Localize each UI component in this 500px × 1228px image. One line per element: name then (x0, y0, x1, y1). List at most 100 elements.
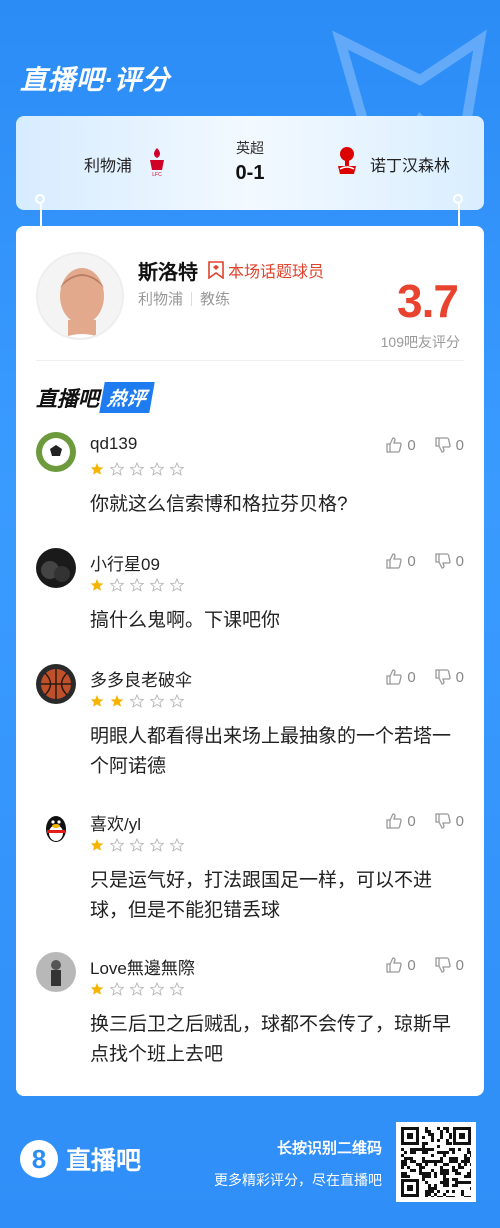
player-name: 斯洛特 (138, 262, 198, 284)
star-empty-icon (130, 838, 144, 852)
match-card: 利物浦 LFC 英超 0-1 诺丁汉森林 (16, 116, 484, 210)
player-role: 教练 (200, 291, 231, 308)
star-empty-icon (170, 982, 184, 996)
dislike-button[interactable]: 0 (434, 668, 464, 686)
dislike-count: 0 (455, 812, 464, 830)
star-empty-icon (170, 694, 184, 708)
like-button[interactable]: 0 (385, 812, 416, 830)
thumbs-down-icon (435, 669, 451, 685)
connector-ring-top-left (35, 194, 45, 204)
dislike-button[interactable]: 0 (434, 436, 464, 454)
user-avatar[interactable] (36, 548, 76, 588)
star-rating (90, 578, 184, 592)
thumbs-up-icon (386, 813, 402, 829)
hot-topic-label: 本场话题球员 (228, 264, 325, 281)
dislike-button[interactable]: 0 (434, 956, 464, 974)
vote-controls: 0 0 (385, 436, 464, 454)
hot-comments-header: 直播吧 热评 (36, 382, 155, 413)
vote-controls: 0 0 (385, 552, 464, 570)
player-meta: 利物浦 教练 (138, 288, 230, 309)
user-avatar[interactable] (36, 432, 76, 472)
section-title-hot: 热评 (99, 382, 155, 413)
comment-username[interactable]: 喜欢/yl (90, 810, 141, 835)
star-empty-icon (150, 462, 164, 476)
meta-separator (191, 291, 193, 306)
comment-username[interactable]: 多多良老破伞 (90, 666, 192, 691)
comment-username[interactable]: qd139 (90, 434, 137, 454)
logo-mark-icon: 8 (20, 1140, 58, 1178)
star-rating (90, 462, 184, 476)
rating-card: 斯洛特 本场话题球员 利物浦 教练 3.7 109吧友评分 直播吧 热评 qd1… (16, 226, 484, 1096)
vote-controls: 0 0 (385, 668, 464, 686)
star-empty-icon (130, 578, 144, 592)
like-button[interactable]: 0 (385, 436, 416, 454)
star-rating (90, 982, 184, 996)
star-filled-icon (90, 463, 104, 475)
star-empty-icon (130, 694, 144, 708)
connector-ring-top-right (453, 194, 463, 204)
star-rating (90, 694, 184, 708)
thumbs-down-icon (435, 437, 451, 453)
comment-text: 你就这么信索博和格拉芬贝格? (90, 494, 348, 515)
comment-text: 搞什么鬼啊。下课吧你 (90, 610, 281, 631)
thumbs-up-icon (386, 437, 402, 453)
player-avatar (36, 252, 124, 340)
comment-username[interactable]: Love無邊無際 (90, 954, 195, 979)
star-filled-icon (90, 839, 104, 851)
thumbs-up-icon (386, 957, 402, 973)
like-button[interactable]: 0 (385, 668, 416, 686)
like-count: 0 (407, 812, 416, 830)
star-empty-icon (170, 578, 184, 592)
comment-text: 换三后卫之后贼乱，球都不会传了，琼斯早点找个班上去吧 (90, 1014, 452, 1065)
user-avatar[interactable] (36, 952, 76, 992)
user-avatar[interactable] (36, 808, 76, 848)
star-filled-icon (110, 695, 124, 707)
dislike-count: 0 (455, 668, 464, 686)
star-filled-icon (90, 695, 104, 707)
star-empty-icon (170, 462, 184, 476)
star-empty-icon (110, 462, 124, 476)
footer-logo: 8 直播吧 (20, 1140, 141, 1178)
vote-controls: 0 0 (385, 812, 464, 830)
thumbs-down-icon (435, 957, 451, 973)
nottingham-forest-crest-icon (338, 147, 356, 174)
star-filled-icon (90, 983, 104, 995)
page-title: 直播吧·评分 (20, 65, 170, 95)
thumbs-down-icon (435, 813, 451, 829)
rating-count: 109吧友评分 (380, 334, 460, 350)
star-empty-icon (150, 694, 164, 708)
star-empty-icon (130, 462, 144, 476)
logo-text: 直播吧 (66, 1147, 142, 1175)
footer-scan-hint: 长按识别二维码 (276, 1140, 382, 1157)
user-avatar[interactable] (36, 664, 76, 704)
star-empty-icon (130, 982, 144, 996)
bookmark-flag-icon (208, 261, 224, 279)
vote-controls: 0 0 (385, 956, 464, 974)
star-empty-icon (110, 982, 124, 996)
footer-tagline: 更多精彩评分，尽在直播吧 (214, 1172, 382, 1188)
star-rating (90, 838, 184, 852)
dislike-count: 0 (455, 436, 464, 454)
like-count: 0 (407, 436, 416, 454)
comment-username[interactable]: 小行星09 (90, 550, 160, 575)
star-empty-icon (110, 578, 124, 592)
section-title-brand: 直播吧 (36, 387, 99, 411)
star-empty-icon (110, 838, 124, 852)
dislike-button[interactable]: 0 (434, 552, 464, 570)
star-empty-icon (150, 982, 164, 996)
divider (36, 360, 464, 361)
star-empty-icon (170, 838, 184, 852)
thumbs-up-icon (386, 553, 402, 569)
hot-topic-badge: 本场话题球员 (208, 258, 324, 282)
player-team: 利物浦 (138, 291, 184, 308)
comment-text: 只是运气好，打法跟国足一样，可以不进球，但是不能犯错丢球 (90, 870, 433, 921)
like-button[interactable]: 0 (385, 956, 416, 974)
dislike-button[interactable]: 0 (434, 812, 464, 830)
thumbs-up-icon (386, 669, 402, 685)
like-button[interactable]: 0 (385, 552, 416, 570)
qr-code-icon[interactable] (396, 1122, 476, 1202)
comment-text: 明眼人都看得出来场上最抽象的一个若塔一个阿诺德 (90, 726, 452, 777)
dislike-count: 0 (455, 956, 464, 974)
like-count: 0 (407, 668, 416, 686)
dislike-count: 0 (455, 552, 464, 570)
